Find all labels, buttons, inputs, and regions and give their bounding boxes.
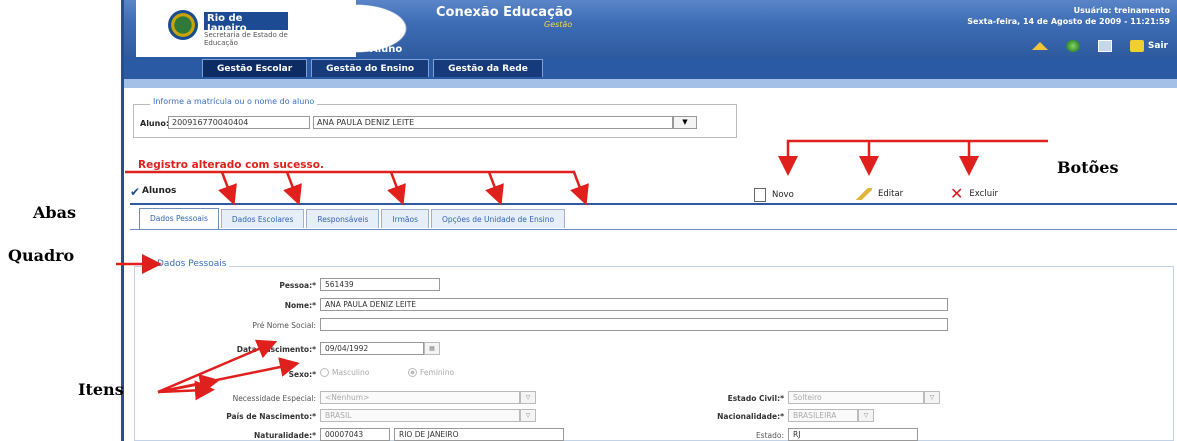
success-message: Registro alterado com sucesso. (138, 159, 324, 171)
estado-civil-select[interactable]: Solteiro (788, 391, 924, 404)
estado-label: Estado: (755, 431, 784, 440)
form-tabs: Dados Pessoais Dados Escolares Responsáv… (139, 208, 566, 229)
nome-label: Nome:* (284, 301, 316, 310)
nome-input[interactable]: ANA PAULA DENIZ LEITE (320, 298, 948, 311)
pais-label: País de Nascimento:* (226, 412, 316, 421)
naturalidade-city-input[interactable]: RIO DE JANEIRO (394, 428, 564, 441)
nav-tab-gestao-rede[interactable]: Gestão da Rede (433, 59, 543, 77)
pencil-icon (854, 188, 872, 200)
excluir-button[interactable]: ✕ Excluir (950, 184, 998, 203)
section-divider (130, 203, 1177, 205)
header-bar: Rio de Janeiro Secretaria de Estado de E… (124, 0, 1177, 57)
new-document-icon (754, 188, 766, 202)
novo-label: Novo (772, 190, 794, 200)
necessidade-label: Necessidade Especial: (232, 394, 316, 403)
app-subtitle: Gestão (544, 20, 573, 29)
radio-masculino[interactable] (320, 368, 329, 377)
current-date: Sexta-feira, 14 de Agosto de 2009 - 11:2… (967, 17, 1170, 26)
tab-dados-pessoais[interactable]: Dados Pessoais (139, 208, 219, 229)
nacionalidade-dropdown-icon[interactable]: ▽ (858, 409, 874, 422)
pessoa-input[interactable]: 561439 (320, 278, 440, 291)
editar-label: Editar (878, 189, 904, 199)
estado-civil-label: Estado Civil:* (727, 394, 784, 403)
estado-civil-dropdown-icon[interactable]: ▽ (924, 391, 940, 404)
header-toolbar: Sair (1031, 40, 1168, 52)
radio-feminino[interactable] (408, 368, 417, 377)
user-info: Usuário: treinamento Sexta-feira, 14 de … (967, 5, 1170, 27)
section-title: Alunos (142, 186, 177, 196)
pre-nome-input[interactable] (320, 318, 948, 331)
annotation-botoes: Botões (1057, 158, 1119, 177)
tab-irmaos[interactable]: Irmãos (381, 209, 429, 228)
annotation-abas: Abas (33, 203, 76, 222)
exit-button[interactable]: Sair (1129, 40, 1168, 52)
tab-opcoes-unidade[interactable]: Opções de Unidade de Ensino (430, 209, 566, 228)
sexo-label: Sexo:* (288, 370, 316, 379)
estado-input[interactable]: RJ (788, 428, 918, 441)
app-window: Rio de Janeiro Secretaria de Estado de E… (121, 0, 1177, 441)
check-icon: ✔ (130, 185, 141, 199)
exit-icon (1129, 40, 1144, 52)
sexo-masculino-radio[interactable]: Masculino (320, 368, 369, 377)
pre-nome-label: Pré Nome Social: (252, 321, 316, 330)
pais-dropdown-icon[interactable]: ▽ (520, 409, 536, 422)
nav-tab-gestao-ensino[interactable]: Gestão do Ensino (311, 59, 430, 77)
tabs-baseline (130, 229, 1177, 230)
exit-label: Sair (1147, 41, 1168, 51)
user-name: Usuário: treinamento (1073, 6, 1170, 15)
matricula-input[interactable]: 200916770040404 (168, 116, 310, 129)
delete-icon: ✕ (950, 184, 964, 203)
tab-responsaveis[interactable]: Responsáveis (306, 209, 380, 228)
panel-legend: Dados Pessoais (154, 259, 230, 269)
logo-subtitle: Secretaria de Estado de Educação (204, 31, 288, 47)
main-nav: Gestão Escolar Gestão do Ensino Gestão d… (124, 57, 1177, 79)
naturalidade-code-input[interactable]: 00007043 (320, 428, 390, 441)
settings-icon[interactable] (1097, 40, 1112, 52)
excluir-label: Excluir (969, 189, 998, 199)
tab-dados-escolares[interactable]: Dados Escolares (220, 209, 305, 228)
annotation-itens: Itens (78, 380, 124, 399)
home-icon[interactable] (1031, 42, 1048, 50)
state-crest-icon (168, 10, 198, 40)
nav-tabs: Gestão Escolar Gestão do Ensino Gestão d… (202, 59, 543, 77)
annotation-quadro: Quadro (8, 246, 75, 265)
pessoa-label: Pessoa:* (279, 281, 316, 290)
page-title: Aluno (370, 44, 403, 55)
sexo-feminino-radio[interactable]: Feminino (408, 368, 454, 377)
necessidade-dropdown-icon[interactable]: ▽ (520, 391, 536, 404)
aluno-dropdown-button[interactable]: ▼ (673, 116, 697, 129)
logo-text: Rio de Janeiro (204, 12, 288, 34)
pais-select[interactable]: BRASIL (320, 409, 520, 422)
nacionalidade-select[interactable]: BRASILEIRA (788, 409, 858, 422)
novo-button[interactable]: Novo (754, 188, 794, 202)
feminino-label: Feminino (420, 368, 455, 377)
necessidade-select[interactable]: <Nenhum> (320, 391, 520, 404)
editar-button[interactable]: Editar (854, 188, 903, 200)
calendar-icon[interactable]: ▦ (424, 342, 440, 355)
sub-nav-bar (124, 79, 1177, 88)
nascimento-input[interactable]: 09/04/1992 (320, 342, 424, 355)
nav-tab-gestao-escolar[interactable]: Gestão Escolar (202, 59, 308, 77)
globe-icon[interactable] (1065, 40, 1080, 52)
masculino-label: Masculino (332, 368, 370, 377)
naturalidade-label: Naturalidade:* (254, 431, 316, 440)
aluno-name-input[interactable]: ANA PAULA DENIZ LEITE (313, 116, 673, 129)
nascimento-label: Data Nascimento:* (236, 345, 316, 354)
nacionalidade-label: Nacionalidade:* (717, 412, 784, 421)
app-title: Conexão Educação (436, 5, 573, 20)
search-legend: Informe a matrícula ou o nome do aluno (150, 97, 318, 106)
